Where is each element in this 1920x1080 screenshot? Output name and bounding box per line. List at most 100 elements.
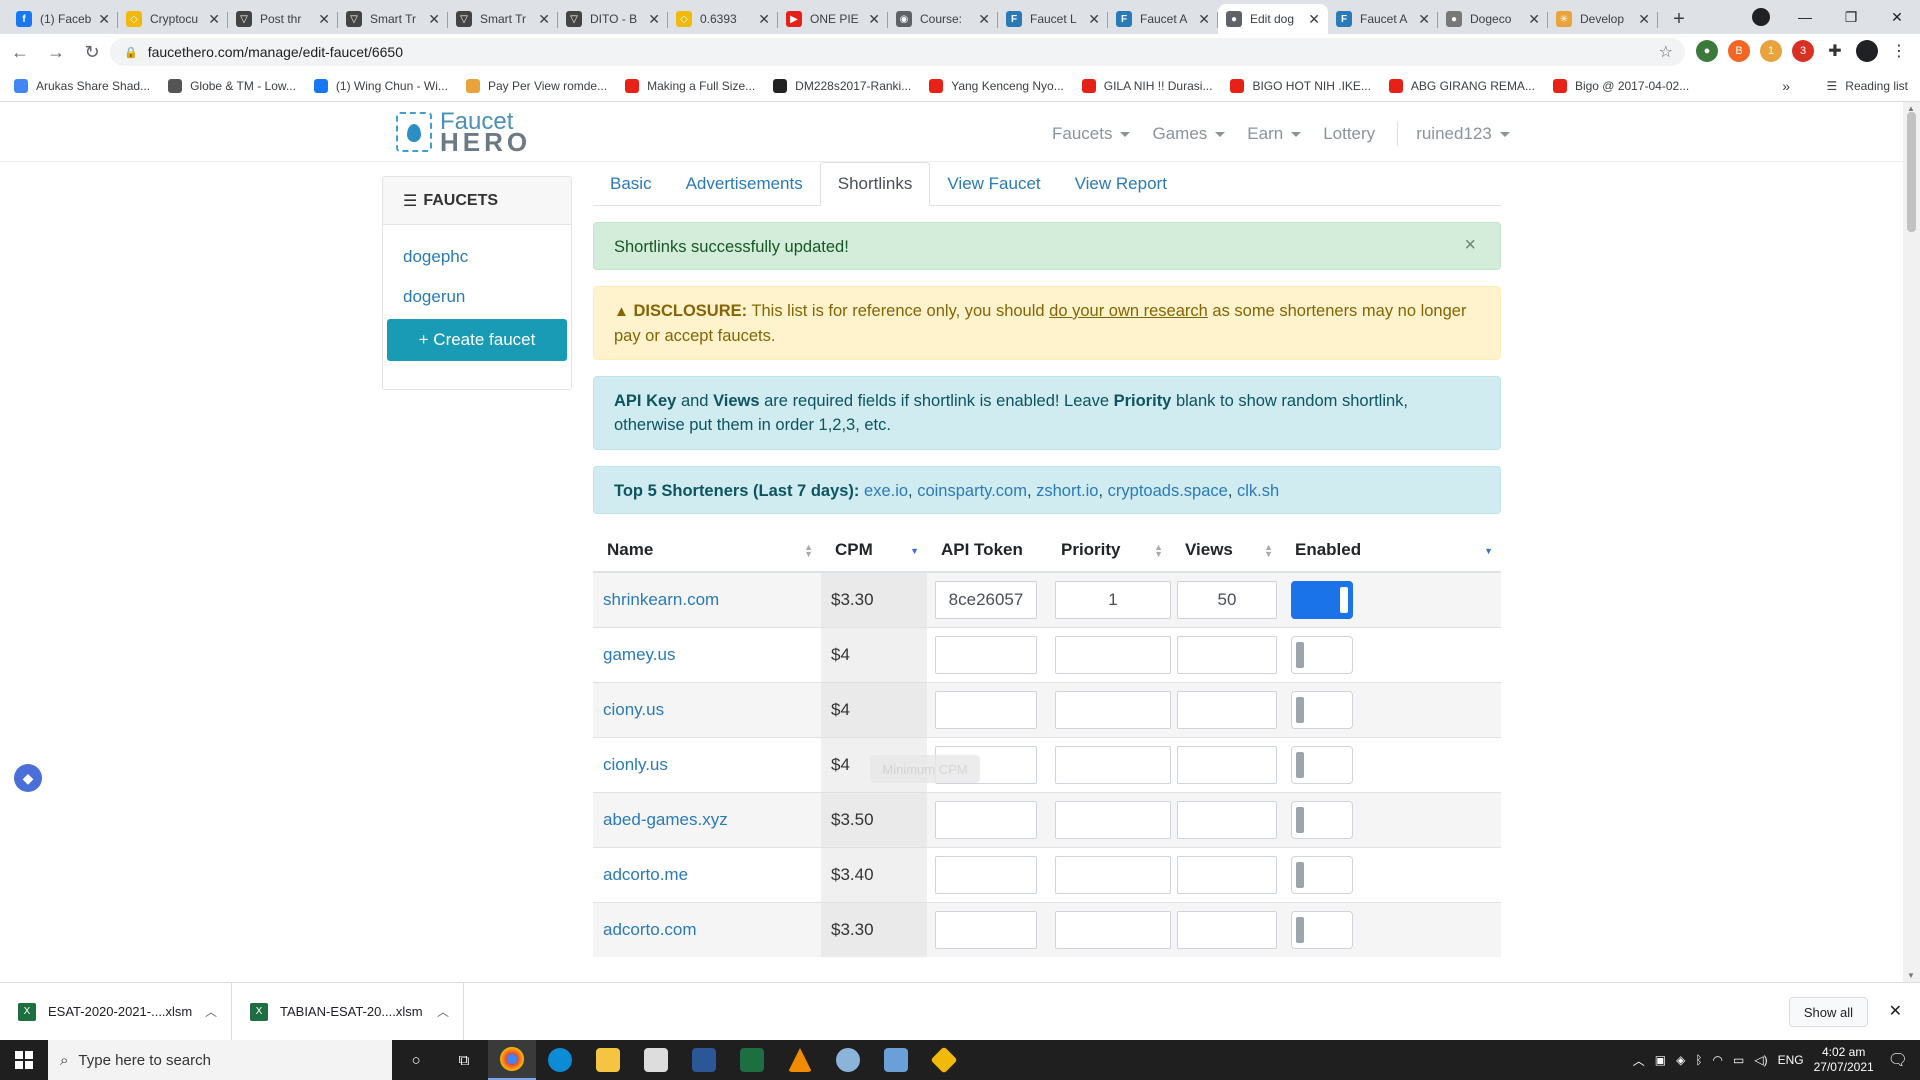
windows-start-icon[interactable]: [0, 1040, 48, 1080]
chevron-up-icon[interactable]: ︿: [205, 1003, 217, 1020]
shortener-link[interactable]: ciony.us: [593, 700, 664, 719]
tray-chevron-icon[interactable]: ︿: [1633, 1052, 1645, 1069]
api-token-input[interactable]: [935, 635, 1037, 674]
restore-icon[interactable]: ❐: [1828, 9, 1874, 26]
bluetooth-icon[interactable]: ᛒ: [1695, 1053, 1702, 1067]
edge-taskbar-icon[interactable]: [536, 1040, 584, 1080]
chevron-up-icon[interactable]: ︿: [437, 1003, 449, 1020]
column-header-priority[interactable]: Priority ▲ ▼: [1047, 528, 1171, 573]
top-shortener-link[interactable]: clk.sh: [1237, 482, 1279, 500]
browser-tab[interactable]: ▽ DITO - B ✕: [558, 4, 668, 34]
browser-tab[interactable]: ● Dogeco ✕: [1438, 4, 1548, 34]
create-faucet-button[interactable]: + Create faucet: [387, 319, 567, 361]
views-input[interactable]: [1177, 910, 1277, 949]
close-tab-icon[interactable]: ✕: [868, 11, 880, 28]
enabled-toggle[interactable]: [1291, 745, 1353, 784]
word-taskbar-icon[interactable]: [680, 1040, 728, 1080]
page-scrollbar[interactable]: ▲ ▼: [1903, 102, 1920, 982]
store-icon[interactable]: [632, 1040, 680, 1080]
shortener-link[interactable]: cionly.us: [593, 755, 668, 774]
more-bookmarks-icon[interactable]: »: [1782, 78, 1790, 94]
bookmark-item[interactable]: Globe & TM - Low...: [168, 78, 296, 93]
close-tab-icon[interactable]: ✕: [1528, 11, 1540, 28]
sidebar-item-dogephc[interactable]: dogephc: [383, 237, 571, 277]
priority-input[interactable]: [1055, 690, 1171, 729]
tab-basic[interactable]: Basic: [593, 163, 669, 205]
battery-icon[interactable]: ▭: [1733, 1053, 1744, 1067]
close-window-icon[interactable]: ✕: [1874, 9, 1920, 26]
shortener-link[interactable]: gamey.us: [593, 645, 675, 664]
bookmark-item[interactable]: BIGO HOT NIH .IKE...: [1230, 78, 1371, 93]
app-taskbar-icon[interactable]: [824, 1040, 872, 1080]
tab-advertisements[interactable]: Advertisements: [669, 163, 820, 205]
tab-view-report[interactable]: View Report: [1058, 163, 1184, 205]
browser-tab[interactable]: ● Edit dog ✕: [1218, 4, 1328, 34]
url-input[interactable]: 🔒 faucethero.com/manage/edit-faucet/6650…: [110, 38, 1685, 66]
site-logo[interactable]: Faucet HERO: [396, 110, 531, 155]
api-token-input[interactable]: [935, 800, 1037, 839]
bookmark-item[interactable]: Bigo @ 2017-04-02...: [1552, 78, 1689, 93]
menu-item-earn[interactable]: Earn: [1247, 124, 1302, 144]
download-item[interactable]: X TABIAN-ESAT-20....xlsm ︿: [232, 982, 464, 1041]
tab-shortlinks[interactable]: Shortlinks: [819, 162, 931, 206]
new-tab-icon[interactable]: +: [1664, 4, 1694, 34]
extension-icon[interactable]: ●: [1696, 40, 1718, 62]
forward-icon[interactable]: →: [40, 36, 72, 68]
browser-tab[interactable]: ▽ Post thr ✕: [228, 4, 338, 34]
priority-input[interactable]: [1055, 745, 1171, 784]
extension-icon[interactable]: 3: [1792, 40, 1814, 62]
tray-app-icon[interactable]: ▣: [1655, 1053, 1666, 1067]
enabled-toggle[interactable]: [1291, 855, 1353, 894]
views-input[interactable]: [1177, 800, 1277, 839]
browser-tab[interactable]: ▽ Smart Tr ✕: [448, 4, 558, 34]
browser-tab[interactable]: ▶ ONE PIE ✕: [778, 4, 888, 34]
browser-tab[interactable]: ◇ 0.6393 ✕: [668, 4, 778, 34]
views-input[interactable]: [1177, 635, 1277, 674]
top-shortener-link[interactable]: exe.io: [864, 482, 908, 500]
api-token-input[interactable]: [935, 855, 1037, 894]
file-explorer-icon[interactable]: [584, 1040, 632, 1080]
browser-tab[interactable]: F Faucet L ✕: [998, 4, 1108, 34]
priority-input[interactable]: [1055, 800, 1171, 839]
browser-tab[interactable]: F Faucet A ✕: [1108, 4, 1218, 34]
views-input[interactable]: [1177, 745, 1277, 784]
browser-tab[interactable]: f (1) Faceb ✕: [8, 4, 118, 34]
priority-input[interactable]: [1055, 855, 1171, 894]
shortener-link[interactable]: adcorto.com: [593, 920, 697, 939]
api-token-input[interactable]: [935, 910, 1037, 949]
task-view-icon[interactable]: ⧉: [440, 1040, 488, 1080]
user-menu[interactable]: ruined123: [1416, 124, 1510, 144]
clock[interactable]: 4:02 am 27/07/2021: [1814, 1045, 1874, 1075]
scrollbar-thumb[interactable]: [1907, 112, 1916, 232]
profile-avatar[interactable]: [1856, 40, 1878, 62]
brave-icon[interactable]: B: [1728, 40, 1750, 62]
browser-tab[interactable]: ◇ Cryptocu ✕: [118, 4, 228, 34]
vlc-taskbar-icon[interactable]: [776, 1040, 824, 1080]
top-shortener-link[interactable]: coinsparty.com: [917, 482, 1027, 500]
column-header-api-token[interactable]: API Token: [927, 528, 1047, 573]
network-icon[interactable]: ◠: [1713, 1053, 1723, 1067]
sidebar-item-dogerun[interactable]: dogerun: [383, 277, 571, 317]
reading-list[interactable]: ☰ Reading list: [1827, 79, 1908, 93]
views-input[interactable]: [1177, 855, 1277, 894]
priority-input[interactable]: [1055, 910, 1171, 949]
enabled-toggle[interactable]: [1291, 635, 1353, 674]
menu-item-games[interactable]: Games: [1152, 124, 1226, 144]
priority-input[interactable]: 1: [1055, 580, 1171, 619]
scroll-down-icon[interactable]: ▼: [1907, 971, 1915, 980]
bookmark-item[interactable]: Arukas Share Shad...: [14, 78, 150, 93]
app-taskbar-icon[interactable]: [872, 1040, 920, 1080]
browser-tab[interactable]: ✳ Develop ✕: [1548, 4, 1658, 34]
views-input[interactable]: 50: [1177, 580, 1277, 619]
bookmark-item[interactable]: DM228s2017-Ranki...: [773, 78, 911, 93]
close-download-bar-icon[interactable]: ✕: [1889, 1001, 1902, 1021]
close-tab-icon[interactable]: ✕: [1088, 11, 1100, 28]
browser-tab[interactable]: ▽ Smart Tr ✕: [338, 4, 448, 34]
close-tab-icon[interactable]: ✕: [428, 11, 440, 28]
taskbar-search-input[interactable]: ⌕ Type here to search: [48, 1040, 392, 1080]
cortana-icon[interactable]: ○: [392, 1040, 440, 1080]
enabled-toggle[interactable]: [1291, 800, 1353, 839]
extension-icon[interactable]: 1: [1760, 40, 1782, 62]
enabled-toggle[interactable]: [1291, 580, 1353, 619]
shortener-link[interactable]: abed-games.xyz: [593, 810, 728, 829]
